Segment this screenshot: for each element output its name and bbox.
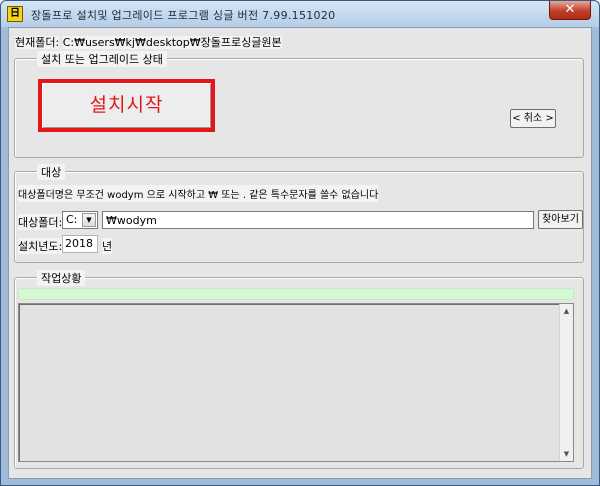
target-folder-input[interactable] (102, 211, 534, 229)
browse-button[interactable]: 찾아보기 (538, 210, 583, 229)
install-status-legend: 설치 또는 업그레이드 상태 (37, 51, 167, 67)
target-legend: 대상 (37, 164, 66, 180)
current-folder-label: 현재폴더: (15, 36, 60, 49)
current-folder-value: C:₩users₩kj₩desktop₩장돌프로싱글원본 (62, 36, 282, 49)
target-folder-label: 대상폴더: (18, 214, 63, 230)
target-group: 대상 대상폴더명은 무조건 wodym 으로 시작하고 ₩ 또는 . 같은 특수… (14, 164, 584, 263)
cancel-button[interactable]: < 취소 > (510, 109, 556, 128)
current-folder-row: 현재폴더: C:₩users₩kj₩desktop₩장돌프로싱글원본 (15, 34, 282, 50)
scroll-down-arrow-icon[interactable]: ▼ (560, 447, 573, 461)
app-window: 日 장돌프로 설치및 업그레이드 프로그램 싱글 버전 7.99.151020 … (0, 0, 600, 486)
title-bar[interactable]: 日 장돌프로 설치및 업그레이드 프로그램 싱글 버전 7.99.151020 … (1, 1, 599, 27)
install-status-group: 설치 또는 업그레이드 상태 설치시작 < 취소 > (14, 51, 584, 158)
chevron-down-icon[interactable]: ▼ (82, 213, 96, 227)
window-title: 장돌프로 설치및 업그레이드 프로그램 싱글 버전 7.99.151020 (31, 9, 336, 22)
install-year-label: 설치년도: (18, 238, 63, 254)
app-icon: 日 (7, 6, 23, 22)
drive-value: C: (66, 213, 78, 226)
year-unit-label: 년 (102, 238, 113, 254)
client-area: 현재폴더: C:₩users₩kj₩desktop₩장돌프로싱글원본 설치 또는… (8, 27, 592, 479)
close-button[interactable]: ✕ (549, 1, 591, 20)
work-status-legend: 작업상황 (37, 270, 86, 286)
start-install-button[interactable]: 설치시작 (38, 79, 215, 132)
folder-name-notice: 대상폴더명은 무조건 wodym 으로 시작하고 ₩ 또는 . 같은 특수문자를… (18, 185, 379, 202)
log-textarea[interactable]: ▲ ▼ (18, 303, 574, 462)
progress-bar (18, 288, 574, 300)
scroll-up-arrow-icon[interactable]: ▲ (560, 304, 573, 318)
vertical-scrollbar[interactable]: ▲ ▼ (559, 304, 573, 461)
install-year-field[interactable]: 2018 (62, 235, 98, 253)
work-status-group: 작업상황 ▲ ▼ (14, 270, 584, 469)
drive-select[interactable]: C: ▼ (62, 211, 98, 229)
